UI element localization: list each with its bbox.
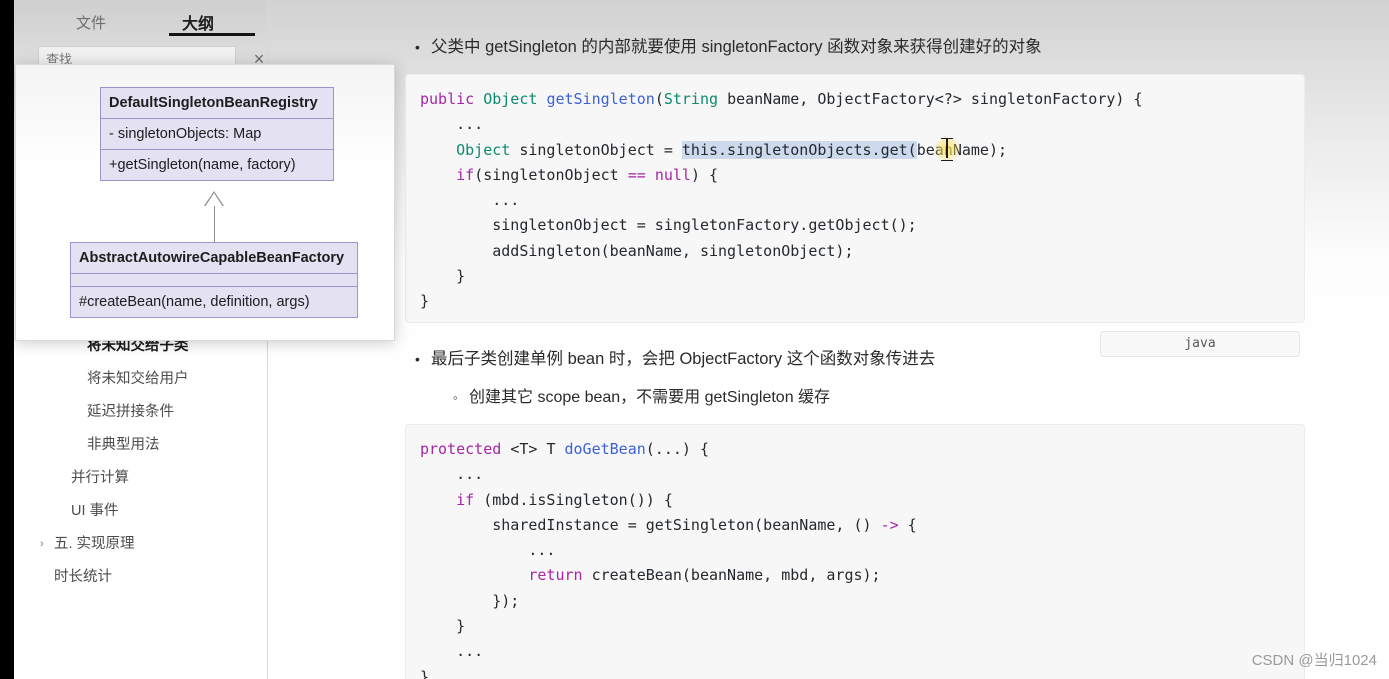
outline-item-label: 将未知交给用户 (87, 371, 189, 387)
uml-class-parent: DefaultSingletonBeanRegistry - singleton… (100, 87, 334, 181)
code-type: String (663, 90, 728, 108)
code-type: Object (483, 90, 547, 108)
uml-generalization-arrow-fill-icon (205, 193, 223, 207)
outline-item-label: 五. 实现原理 (54, 536, 135, 552)
code-text: addSingleton(beanName, singletonObject); (420, 241, 854, 260)
code-language-badge[interactable]: java (1100, 331, 1300, 357)
tab-outline-label: 大纲 (182, 16, 215, 33)
code-text: } (420, 617, 466, 636)
code-text: } (420, 667, 430, 679)
sidebar-tabs: 文件 大纲 (14, 0, 268, 42)
uml-generalization-line (213, 206, 215, 242)
bullet-paragraph-2-sub: ◦ 创建其它 scope bean，不需要用 getSingleton 缓存 (453, 383, 830, 407)
uml-class-parent-title: DefaultSingletonBeanRegistry (109, 95, 318, 111)
code-text: ) { (690, 165, 719, 184)
code-text: (singletonObject (474, 165, 628, 184)
code-fn: doGetBean (564, 440, 646, 458)
uml-class-parent-field: - singletonObjects: Map (101, 118, 333, 149)
code-kw: if (420, 490, 484, 509)
bullet-marker-hollow-icon: ◦ (453, 390, 458, 405)
code-text: }); (420, 591, 520, 610)
image-preview-overlay[interactable]: DefaultSingletonBeanRegistry - singleton… (15, 64, 395, 341)
window-left-edge (0, 0, 14, 679)
uml-class-child-field (71, 273, 357, 286)
uml-class-child: AbstractAutowireCapableBeanFactory #crea… (70, 242, 358, 318)
chevron-right-icon[interactable]: › (40, 528, 44, 561)
app-window: 文件 大纲 × 将未知交给子类 将未知交给用户 延迟拼接条件 (0, 0, 1389, 679)
outline-item-label: 延迟拼接条件 (87, 404, 174, 420)
outline-item-6[interactable]: › 五. 实现原理 (14, 528, 268, 561)
bullet-paragraph-1: • 父类中 getSingleton 的内部就要使用 singletonFacto… (415, 33, 1042, 57)
outline-item-label: UI 事件 (71, 503, 119, 519)
bullet-paragraph-2-text: 最后子类创建单例 bean 时，会把 ObjectFactory 这个函数对象传… (431, 350, 936, 368)
code-text: T (546, 440, 565, 458)
code-text: <T> (510, 440, 547, 458)
code-text: createBean(beanName, mbd, args); (591, 566, 881, 585)
uml-class-child-title: AbstractAutowireCapableBeanFactory (79, 250, 345, 266)
code-kw: return (420, 566, 592, 585)
code-kw: -> (880, 515, 908, 534)
tab-files[interactable]: 文件 (66, 8, 116, 37)
uml-class-parent-method: +getSingleton(name, factory) (101, 149, 333, 180)
code-kw: public (420, 90, 484, 108)
code-kw: if (420, 165, 475, 184)
code-fn: getSingleton (546, 90, 655, 108)
code-text: ... (420, 541, 556, 560)
bullet-paragraph-2: • 最后子类创建单例 bean 时，会把 ObjectFactory 这个函数对象… (415, 345, 935, 369)
code-text: } (420, 267, 466, 286)
code-kw: null (654, 165, 691, 184)
code-kw: protected (420, 440, 511, 458)
code-text: beanName, ObjectFactory<?> singletonFact… (727, 90, 1143, 108)
outline-item-4[interactable]: 并行计算 (14, 462, 268, 495)
code-selection: this.singletonObjects.get( (681, 140, 917, 159)
code-text: ... (420, 115, 484, 134)
outline-item-label: 并行计算 (71, 470, 129, 486)
outline-item-2[interactable]: 延迟拼接条件 (14, 396, 268, 429)
bullet-marker-icon: • (415, 39, 420, 55)
outline-item-1[interactable]: 将未知交给用户 (14, 363, 268, 396)
outline-list: 将未知交给子类 将未知交给用户 延迟拼接条件 非典型用法 并行计算 UI 事件 (14, 330, 268, 594)
tab-active-indicator (169, 33, 255, 36)
outline-item-label: 非典型用法 (87, 437, 160, 453)
bullet-marker-icon: • (415, 351, 420, 367)
code-block-java-dogetbean[interactable]: protected <T> T doGetBean(...) { ... if … (405, 424, 1305, 679)
outline-item-label: 时长统计 (54, 569, 112, 585)
code-text: ... (420, 465, 484, 484)
document-content: • 父类中 getSingleton 的内部就要使用 singletonFacto… (269, 0, 1389, 679)
code-text: singletonObject = (519, 140, 682, 159)
outline-item-3[interactable]: 非典型用法 (14, 429, 268, 462)
code-text: } (420, 292, 430, 311)
bullet-paragraph-1-text: 父类中 getSingleton 的内部就要使用 singletonFactor… (431, 38, 1042, 56)
tab-files-label: 文件 (76, 15, 107, 32)
code-type: Object (456, 140, 520, 159)
uml-class-child-method: #createBean(name, definition, args) (71, 286, 357, 317)
bullet-paragraph-2-sub-text: 创建其它 scope bean，不需要用 getSingleton 缓存 (469, 389, 831, 406)
code-block-java-getsingleton[interactable]: public Object getSingleton(String beanNa… (405, 74, 1305, 323)
outline-item-5[interactable]: UI 事件 (14, 495, 268, 528)
watermark: CSDN @当归1024 (1251, 652, 1377, 669)
code-text: ... (420, 642, 484, 661)
outline-item-7[interactable]: 时长统计 (14, 561, 268, 594)
code-kw: == (627, 165, 655, 184)
code-text: beanName); (916, 140, 1008, 159)
code-text: { (907, 515, 917, 534)
code-text: singletonObject = singletonFactory.getOb… (420, 216, 917, 235)
code-text: sharedInstance = getSingleton(beanName, … (420, 515, 881, 534)
code-text: (mbd.isSingleton()) { (483, 490, 673, 509)
code-text: ( (654, 90, 664, 108)
code-text: (...) { (645, 440, 709, 458)
code-text: ... (420, 191, 520, 210)
